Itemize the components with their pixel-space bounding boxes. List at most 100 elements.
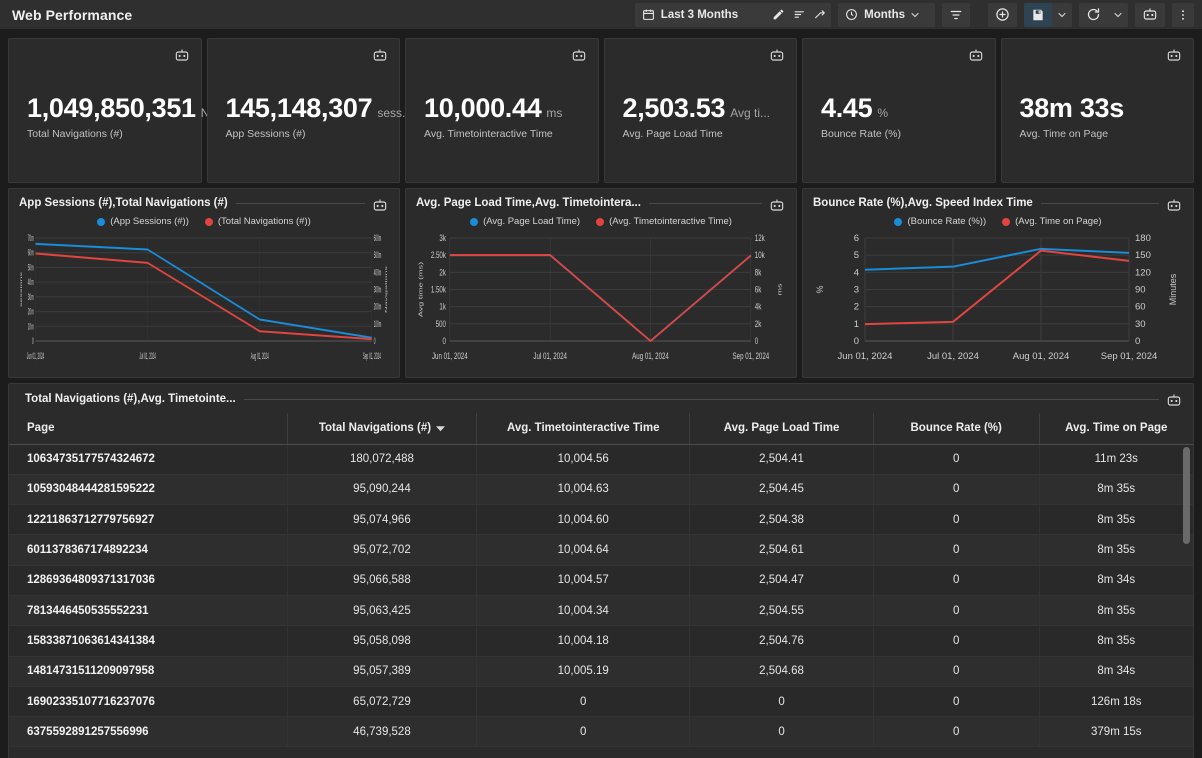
table-scroll-area[interactable]: Page Total Navigations (#) Avg. Timetointe… [9,413,1193,755]
chart-title: Bounce Rate (%),Avg. Speed Index Time [813,197,1033,209]
kpi-body: 4.45 % Bounce Rate (%) [821,93,901,140]
table-row[interactable]: 16902335107716237076 65,072,729 0 0 0 126m 18… [9,686,1193,718]
legend-item[interactable]: (Total Navigations (#)) [204,216,311,227]
table-row[interactable]: 10593048444281595222 95,090,244 10,004.63 2… [9,474,1193,506]
axis-tick-label: 6k [755,284,762,295]
date-range-button[interactable]: Last 3 Months [635,3,768,27]
table-row[interactable]: 15833871063614341384 95,058,098 10,004.18 2… [9,625,1193,657]
calendar-icon [642,8,655,21]
table-head: Page Total Navigations (#) Avg. Timetointe… [9,413,1193,445]
table-cell: 8m 35s [1039,504,1193,536]
kpi-label: App Sessions (#) [225,128,306,140]
assistant-icon[interactable] [372,48,388,64]
kpi-body: 2,503.53 Avg ti... Avg. Page Load Time [623,93,771,140]
axis-tick-label: 50m [28,264,34,273]
legend-item[interactable]: (App Sessions (#)) [97,216,189,227]
chart-plot: 0 500 1k 1.50k 2k 2.50k 3k 0 2k 4k 6k 8k 10k 12k Jun 0… [416,230,786,365]
kpi-value: 2,503.53 [622,93,726,123]
assistant-icon[interactable] [571,48,587,64]
chart-card[interactable]: Bounce Rate (%),Avg. Speed Index Time (B… [802,188,1194,378]
sort-descending-icon [436,424,446,433]
kpi-card[interactable]: 145,148,307 sess... App Sessions (#) [206,38,412,183]
table-cell: 8m 34s [1039,656,1193,687]
legend-color-dot [204,217,213,226]
table-cell: 0 [689,686,874,718]
table-cell: 10,005.19 [476,656,691,687]
axis-tick-label: 8k [755,267,762,278]
table-column-header[interactable]: Page [9,413,288,445]
granularity-dropdown[interactable]: Months [838,3,935,27]
table-cell: 12869364809371317036 [9,565,288,596]
kpi-card[interactable]: 10,000.44 ms Avg. Timetointeractive Time [405,38,599,183]
assistant-icon[interactable] [1166,48,1182,64]
table-row[interactable]: 6375592891257556996 46,739,528 0 0 0 379m 15s [9,716,1193,748]
more-options-button[interactable] [1172,3,1194,27]
table-row[interactable]: 12869364809371317036 95,066,588 10,004.57 2… [9,565,1193,596]
legend-label: (App Sessions (#)) [110,216,189,227]
table-column-header[interactable]: Avg. Timetointeractive Time [476,413,691,445]
assistant-icon[interactable] [1166,393,1182,409]
save-button[interactable] [1024,2,1052,27]
table-cell: 7813446450535552231 [9,595,288,627]
table-column-header[interactable]: Bounce Rate (%) [873,413,1040,445]
axis-tick-label: 150 [1135,250,1151,261]
assistant-icon[interactable] [1166,198,1182,214]
chart-series-line [449,254,752,342]
table-row[interactable]: 12211863712779756927 95,074,966 10,004.60 2… [9,504,1193,536]
kpi-value-row: 4.45 % [821,93,901,124]
assistant-icon[interactable] [968,48,984,64]
kpi-card[interactable]: 2,503.53 Avg ti... Avg. Page Load Time [603,38,797,183]
table-row[interactable]: 10634735177574324672 180,072,488 10,004.56… [9,444,1193,475]
vertical-scrollbar-thumb[interactable] [1183,447,1190,544]
axis-tick-label: Sep 01, 2024 [363,352,381,361]
legend-item[interactable]: (Avg. Timetointeractive Time) [596,216,732,227]
save-dropdown-button[interactable] [1052,3,1072,27]
assistant-icon[interactable] [174,48,190,64]
chart-card[interactable]: Avg. Page Load Time,Avg. Timetointera...… [405,188,797,378]
axis-tick-label: 30m [28,293,34,302]
legend-item[interactable]: (Bounce Rate (%)) [894,216,986,227]
axis-tick-label: Minutes [1168,273,1178,305]
refresh-dropdown-button[interactable] [1108,3,1128,27]
kpi-card[interactable]: 4.45 % Bounce Rate (%) [802,38,996,183]
table-column-header[interactable]: Avg. Page Load Time [689,413,874,445]
axis-tick-label: 120 [1135,267,1151,278]
table-row[interactable]: 14814731511209097958 95,057,389 10,005.19 2… [9,656,1193,687]
axis-tick-label: 70m [28,234,34,243]
table-cell: 0 [873,595,1040,627]
chart-header: Avg. Page Load Time,Avg. Timetointera... [416,197,786,209]
table-column-header[interactable]: Total Navigations (#) [287,413,478,445]
refresh-button[interactable] [1079,3,1108,27]
assistant-button[interactable] [1135,3,1165,27]
assistant-group [1135,2,1165,27]
sort-button[interactable] [789,3,810,27]
assistant-icon[interactable] [769,48,785,64]
table-cell: 8m 35s [1039,534,1193,566]
table-column-header[interactable]: Avg. Time on Page [1039,413,1193,445]
axis-tick-label: sessions [20,271,23,307]
table-cell: 10,004.56 [476,444,691,475]
assistant-icon[interactable] [769,198,785,214]
table-cell: 10593048444281595222 [9,474,288,506]
top-toolbar: Web Performance Last 3 Months Months [0,0,1202,30]
legend-item[interactable]: (Avg. Time on Page) [1002,216,1102,227]
axis-tick-label: 20m [28,308,34,317]
filter-icon [949,8,963,22]
table-row[interactable]: 6011378367174892234 95,072,702 10,004.64 2,… [9,534,1193,566]
chart-card[interactable]: App Sessions (#),Total Navigations (#) (… [8,188,400,378]
filter-button[interactable] [942,3,970,27]
legend-item[interactable]: (Avg. Page Load Time) [470,216,580,227]
compare-button[interactable] [810,3,831,27]
chart-legend: (App Sessions (#)) (Total Navigations (#… [19,216,389,227]
add-widget-button[interactable] [988,3,1017,27]
kpi-card[interactable]: 38m 33s Avg. Time on Page [1000,38,1194,183]
table-row[interactable]: 7813446450535552231 95,063,425 10,004.34 2,… [9,595,1193,627]
table-cell: 10634735177574324672 [9,444,288,475]
edit-button[interactable] [768,3,789,27]
axis-tick-label: 10m [28,323,34,332]
chevron-down-icon [909,9,921,21]
kpi-card[interactable]: 1,049,850,351 Navi... Total Navigations … [8,38,235,183]
assistant-icon[interactable] [372,198,388,214]
kpi-body: 1,049,850,351 Navi... Total Navigations … [27,93,235,140]
kpi-value: 4.45 [821,93,873,123]
